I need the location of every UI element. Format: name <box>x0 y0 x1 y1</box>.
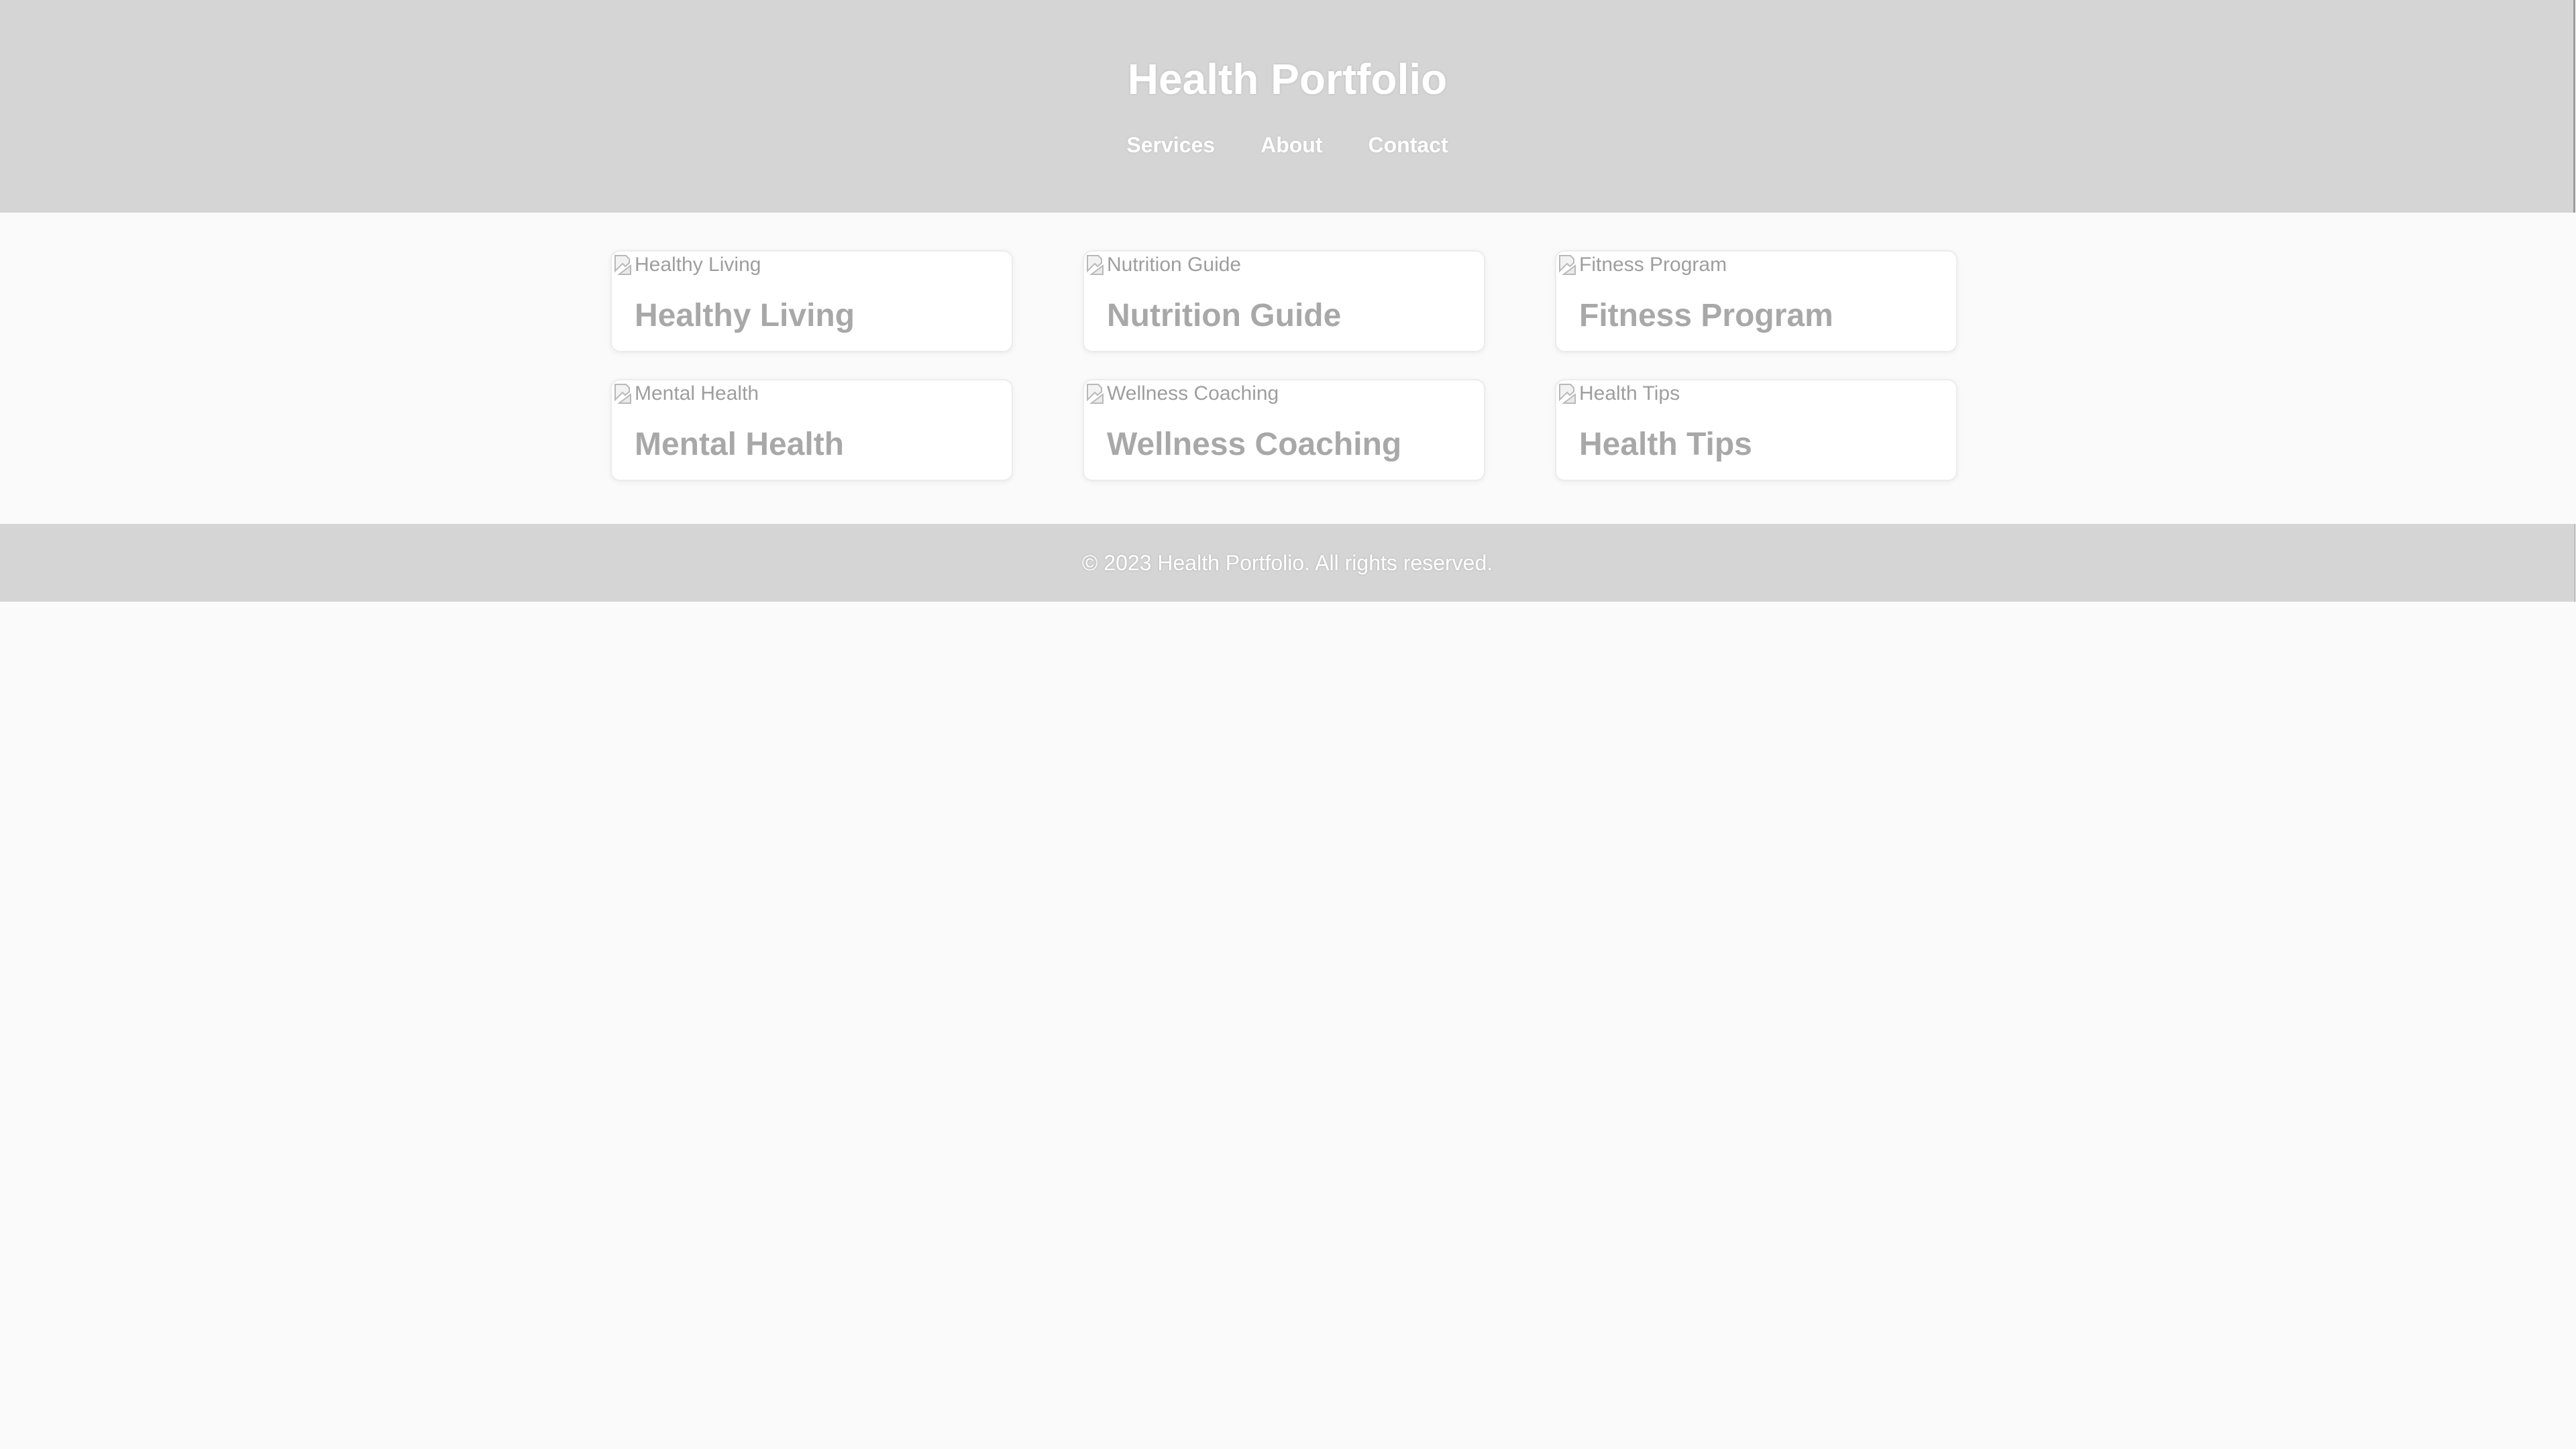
service-card-fitness-program[interactable]: Fitness Program Fitness Program <box>1555 250 1957 352</box>
copyright-text: © 2023 Health Portfolio. All rights rese… <box>1081 551 1493 575</box>
card-image-alt-text: Nutrition Guide <box>1107 254 1242 276</box>
broken-image-icon <box>1085 382 1107 405</box>
service-grid: Healthy Living Healthy Living Nutrition … <box>610 250 1963 481</box>
card-title: Healthy Living <box>635 298 855 333</box>
card-image-alt-text: Healthy Living <box>635 254 761 276</box>
card-image: Healthy Living <box>613 253 761 277</box>
card-title: Fitness Program <box>1579 298 1833 333</box>
broken-image-icon <box>613 254 635 276</box>
card-image: Nutrition Guide <box>1085 253 1241 277</box>
main-nav: Services About Contact <box>0 131 2575 158</box>
card-image: Fitness Program <box>1558 253 1727 277</box>
broken-image-icon <box>1558 254 1579 276</box>
window-edge <box>2573 0 2575 602</box>
card-title: Health Tips <box>1579 427 1752 462</box>
site-footer: © 2023 Health Portfolio. All rights rese… <box>0 524 2575 602</box>
card-image-alt-text: Wellness Coaching <box>1107 382 1279 405</box>
service-card-wellness-coaching[interactable]: Wellness Coaching Wellness Coaching <box>1083 379 1485 481</box>
nav-link-contact[interactable]: Contact <box>1368 131 1448 158</box>
card-title: Wellness Coaching <box>1107 427 1402 462</box>
card-image-alt-text: Fitness Program <box>1579 254 1727 276</box>
service-card-healthy-living[interactable]: Healthy Living Healthy Living <box>610 250 1013 352</box>
service-card-health-tips[interactable]: Health Tips Health Tips <box>1555 379 1957 481</box>
nav-link-services[interactable]: Services <box>1126 131 1215 158</box>
broken-image-icon <box>613 382 635 405</box>
site-header: Health Portfolio Services About Contact <box>0 0 2575 213</box>
card-title: Nutrition Guide <box>1107 298 1342 333</box>
broken-image-icon <box>1085 254 1107 276</box>
card-image-alt-text: Mental Health <box>635 382 759 405</box>
broken-image-icon <box>1558 382 1579 405</box>
card-title: Mental Health <box>635 427 845 462</box>
card-image: Health Tips <box>1558 382 1680 406</box>
nav-link-about[interactable]: About <box>1260 131 1322 158</box>
service-card-mental-health[interactable]: Mental Health Mental Health <box>610 379 1013 481</box>
card-image: Wellness Coaching <box>1085 382 1279 406</box>
card-image: Mental Health <box>613 382 759 406</box>
card-image-alt-text: Health Tips <box>1579 382 1680 405</box>
site-title: Health Portfolio <box>1127 55 1448 103</box>
service-card-nutrition-guide[interactable]: Nutrition Guide Nutrition Guide <box>1083 250 1485 352</box>
